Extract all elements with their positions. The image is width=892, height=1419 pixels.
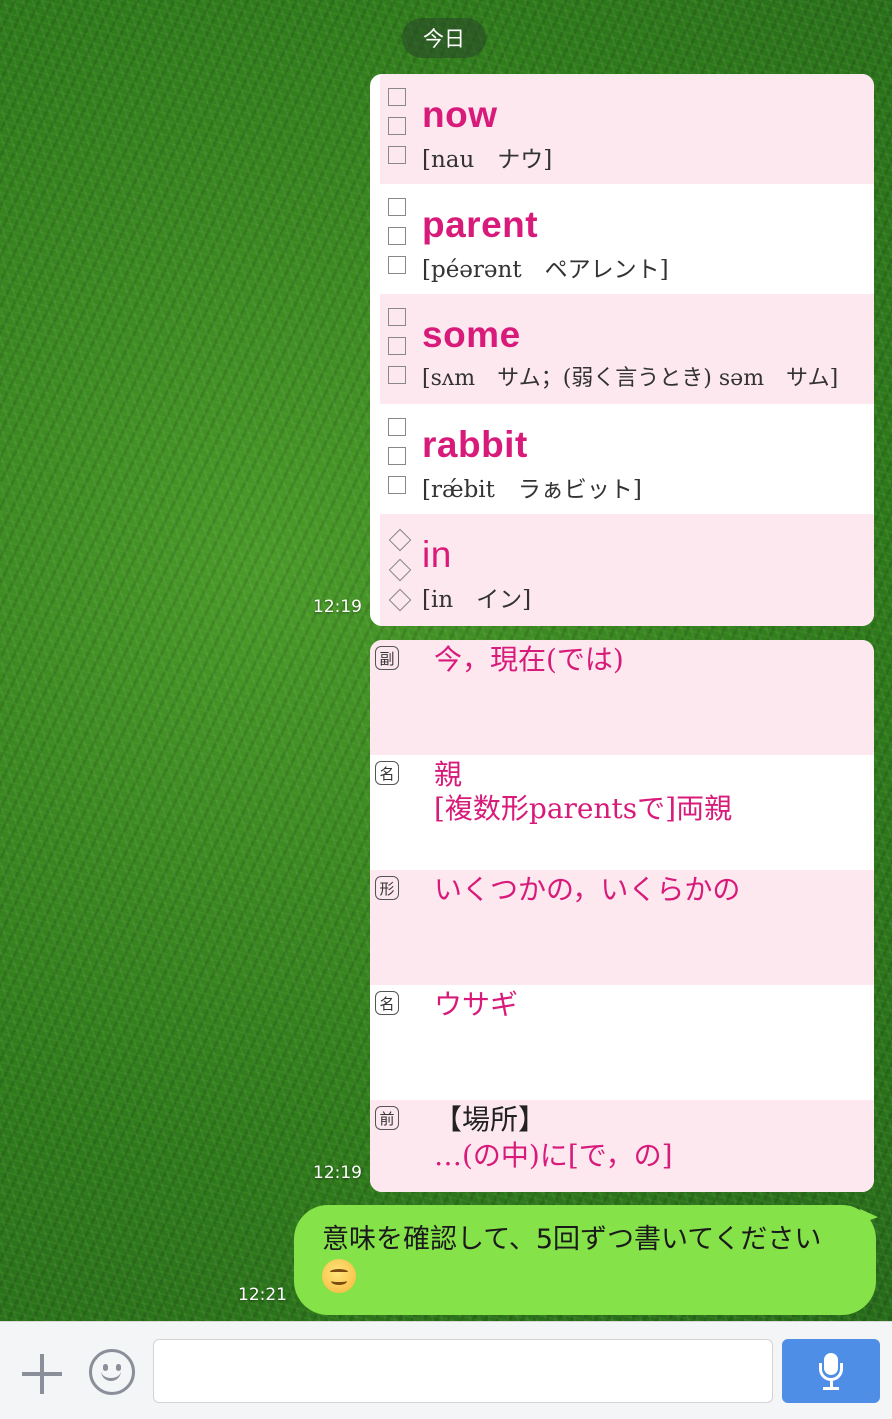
meaning-text-sub: [複数形parentsで]両親 (434, 792, 733, 825)
part-of-speech-badge: 前 (375, 1106, 399, 1130)
smiling-face-icon (322, 1259, 356, 1293)
diamonds (388, 526, 414, 622)
meaning-entry: 形 いくつかの，いくらかの (370, 870, 874, 985)
plus-icon[interactable] (22, 1354, 62, 1394)
checkboxes (388, 418, 414, 505)
mic-icon (819, 1353, 843, 1391)
word-text: rabbit (422, 424, 528, 465)
word-text: some (422, 314, 521, 355)
message-timestamp: 12:19 (313, 597, 362, 617)
word-text: in (422, 534, 452, 575)
word-entry: now [nau ナウ] (380, 74, 874, 184)
message-input-bar (0, 1321, 892, 1419)
word-entry: some [sʌm サム；(弱く言うとき) səm サム] (380, 294, 874, 404)
checkbox-icon (388, 308, 406, 326)
checkbox-icon (388, 476, 406, 494)
part-of-speech-badge: 名 (375, 761, 399, 785)
checkbox-icon (388, 146, 406, 164)
meaning-text: 今，現在(では) (434, 643, 624, 676)
checkboxes (388, 308, 414, 395)
checkbox-icon (388, 227, 406, 245)
part-of-speech-badge: 名 (375, 991, 399, 1015)
pronunciation: [rǽbit ラぁビット] (422, 477, 642, 503)
message-input[interactable] (153, 1339, 773, 1403)
checkbox-icon (388, 447, 406, 465)
part-of-speech-badge: 形 (375, 876, 399, 900)
word-text: parent (422, 204, 539, 245)
diamond-icon (388, 588, 412, 612)
word-entry: in [in イン] (380, 514, 874, 626)
checkbox-icon (388, 366, 406, 384)
meaning-entry: 副 今，現在(では) (370, 640, 874, 755)
diamond-icon (388, 558, 412, 582)
checkbox-icon (388, 88, 406, 106)
date-separator: 今日 (402, 18, 486, 58)
checkbox-icon (388, 256, 406, 274)
part-of-speech-badge: 副 (375, 646, 399, 670)
word-list-image[interactable]: now [nau ナウ] parent [péərənt ペアレント] some… (370, 74, 874, 626)
word-entry: rabbit [rǽbit ラぁビット] (380, 404, 874, 514)
pronunciation: [nau ナウ] (422, 147, 553, 173)
message-timestamp: 12:19 (313, 1163, 362, 1183)
checkboxes (388, 88, 414, 175)
meaning-text: ウサギ (434, 988, 519, 1021)
meaning-entry: 前 【場所】 …(の中)に[で，の] (370, 1100, 874, 1192)
meaning-list-image[interactable]: 副 今，現在(では) 名 親 [複数形parentsで]両親 形 いくつかの，い… (370, 640, 874, 1192)
meaning-text-sub: …(の中)に[で，の] (434, 1139, 673, 1172)
emoji-mouth (101, 1370, 121, 1381)
meaning-text: 【場所】 (434, 1103, 547, 1136)
checkbox-icon (388, 418, 406, 436)
checkbox-icon (388, 198, 406, 216)
meaning-entry: 名 親 [複数形parentsで]両親 (370, 755, 874, 870)
checkbox-icon (388, 337, 406, 355)
word-entry: parent [péərənt ペアレント] (380, 184, 874, 294)
voice-button[interactable] (782, 1339, 880, 1403)
pronunciation: [in イン] (422, 587, 532, 613)
meaning-text: 親 (434, 758, 463, 791)
message-text: 意味を確認して、5回ずつ書いてください (322, 1224, 822, 1255)
checkboxes (388, 198, 414, 285)
checkbox-icon (388, 117, 406, 135)
word-text: now (422, 94, 498, 135)
pronunciation: [péərənt ペアレント] (422, 257, 669, 283)
meaning-text: いくつかの，いくらかの (434, 873, 741, 906)
emoji-icon[interactable] (89, 1349, 135, 1395)
diamond-icon (388, 528, 412, 552)
message-timestamp: 12:21 (238, 1285, 287, 1305)
pronunciation: [sʌm サム；(弱く言うとき) səm サム] (422, 366, 839, 391)
message-bubble[interactable]: 意味を確認して、5回ずつ書いてください (294, 1205, 876, 1315)
meaning-entry: 名 ウサギ (370, 985, 874, 1100)
